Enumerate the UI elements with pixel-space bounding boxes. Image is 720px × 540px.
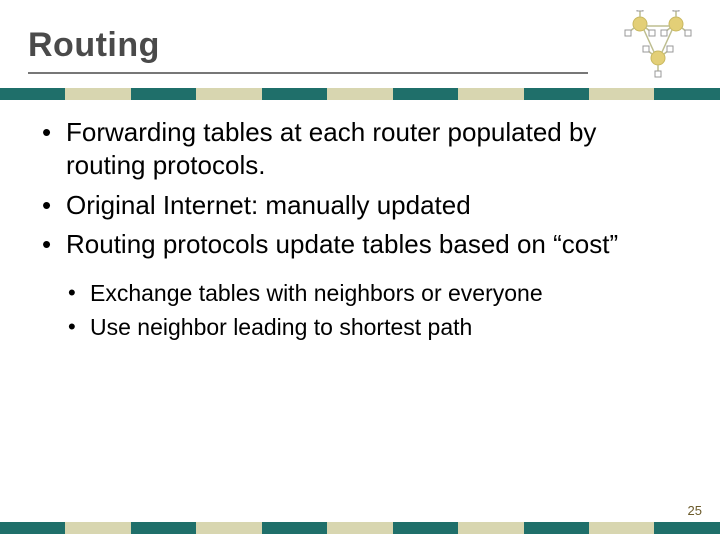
decorative-stripe-top bbox=[0, 88, 720, 100]
slide-title: Routing bbox=[28, 26, 600, 65]
stripe-seg bbox=[0, 522, 65, 534]
network-ring-icon bbox=[620, 10, 698, 80]
bullet-item: Routing protocols update tables based on… bbox=[40, 228, 660, 261]
stripe-seg bbox=[393, 88, 458, 100]
bullet-item: Original Internet: manually updated bbox=[40, 189, 660, 222]
slide: Routing bbox=[0, 0, 720, 540]
page-number: 25 bbox=[688, 503, 702, 518]
stripe-seg bbox=[393, 522, 458, 534]
stripe-seg bbox=[654, 88, 719, 100]
bullet-list: Forwarding tables at each router populat… bbox=[40, 116, 660, 261]
stripe-seg bbox=[654, 522, 719, 534]
stripe-seg bbox=[65, 88, 130, 100]
stripe-seg bbox=[524, 522, 589, 534]
stripe-seg bbox=[0, 88, 65, 100]
stripe-seg bbox=[131, 522, 196, 534]
stripe-seg bbox=[458, 522, 523, 534]
decorative-stripe-bottom bbox=[0, 522, 720, 534]
stripe-seg bbox=[262, 88, 327, 100]
stripe-seg bbox=[131, 88, 196, 100]
title-area: Routing bbox=[28, 26, 600, 65]
sub-bullet-list: Exchange tables with neighbors or everyo… bbox=[66, 279, 660, 342]
network-logo bbox=[620, 10, 698, 80]
stripe-seg bbox=[65, 522, 130, 534]
bullet-item: Forwarding tables at each router populat… bbox=[40, 116, 660, 183]
slide-body: Forwarding tables at each router populat… bbox=[40, 116, 660, 346]
stripe-seg bbox=[458, 88, 523, 100]
stripe-seg bbox=[524, 88, 589, 100]
stripe-seg bbox=[327, 88, 392, 100]
sub-bullet-item: Exchange tables with neighbors or everyo… bbox=[66, 279, 660, 308]
title-underline bbox=[28, 72, 588, 74]
stripe-seg bbox=[589, 88, 654, 100]
stripe-seg bbox=[196, 522, 261, 534]
stripe-seg bbox=[327, 522, 392, 534]
stripe-seg bbox=[262, 522, 327, 534]
sub-bullet-item: Use neighbor leading to shortest path bbox=[66, 313, 660, 342]
stripe-seg bbox=[589, 522, 654, 534]
stripe-seg bbox=[196, 88, 261, 100]
